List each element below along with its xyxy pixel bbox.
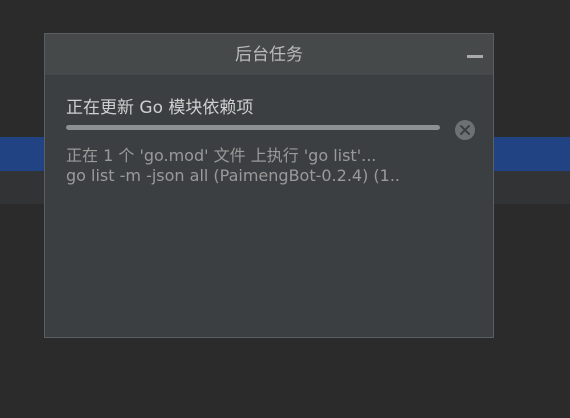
popup-header: 后台任务 (45, 34, 493, 76)
close-circle-icon (455, 120, 475, 140)
minimize-icon (467, 55, 483, 58)
cancel-task-button[interactable] (454, 119, 476, 141)
popup-title: 后台任务 (235, 45, 303, 65)
progress-fill (66, 125, 440, 130)
task-progress-bar (66, 125, 440, 130)
background-tasks-popup: 后台任务 正在更新 Go 模块依赖项 正在 1 个 'go.mod' 文件 上执… (44, 33, 494, 338)
minimize-button[interactable] (465, 46, 485, 66)
task-command-line: go list -m -json all (PaimengBot-0.2.4) … (66, 166, 401, 185)
task-title: 正在更新 Go 模块依赖项 (66, 98, 254, 118)
task-status-line: 正在 1 个 'go.mod' 文件 上执行 'go list'... (66, 146, 377, 165)
